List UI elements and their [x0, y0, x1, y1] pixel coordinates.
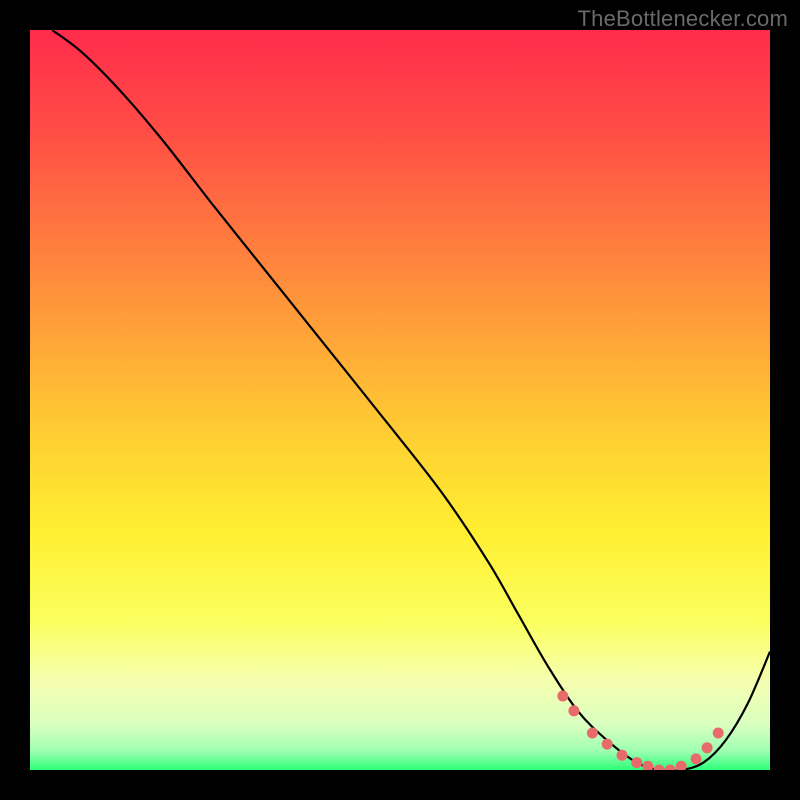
marker-dot: [631, 757, 642, 768]
marker-dot: [617, 750, 628, 761]
marker-dot: [713, 728, 724, 739]
marker-dot: [691, 753, 702, 764]
chart-plot-area: [30, 30, 770, 770]
marker-dot: [587, 728, 598, 739]
marker-dot: [602, 739, 613, 750]
watermark-label: TheBottlenecker.com: [578, 6, 788, 32]
marker-dot: [557, 691, 568, 702]
chart-container: TheBottlenecker.com: [0, 0, 800, 800]
chart-svg: [30, 30, 770, 770]
marker-dot: [702, 742, 713, 753]
marker-dot: [568, 705, 579, 716]
gradient-background: [30, 30, 770, 770]
